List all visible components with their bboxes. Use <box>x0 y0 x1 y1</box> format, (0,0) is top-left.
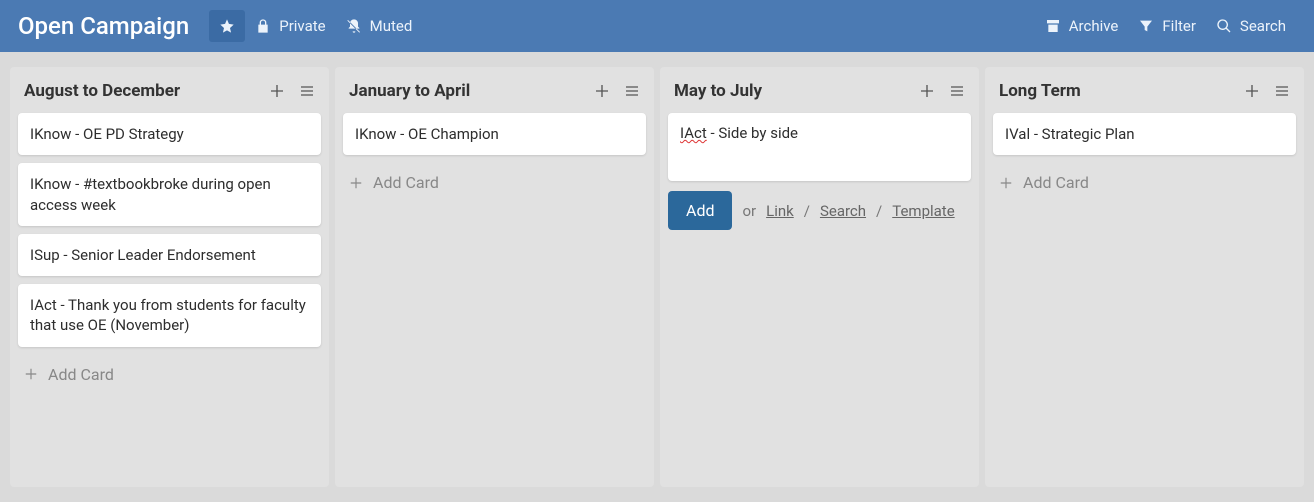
search-label: Search <box>1240 17 1286 35</box>
column-title[interactable]: August to December <box>24 81 269 101</box>
private-label: Private <box>279 17 325 35</box>
card[interactable]: IKnow - OE Champion <box>343 113 646 155</box>
column-header: Long Term <box>993 75 1296 105</box>
column-title[interactable]: May to July <box>674 81 919 101</box>
add-card-button[interactable]: Add Card <box>993 163 1296 202</box>
link-link[interactable]: Link <box>766 202 794 220</box>
card-compose-input[interactable]: IAct - Side by side <box>668 113 971 181</box>
add-card-button[interactable]: Add Card <box>18 355 321 394</box>
menu-icon[interactable] <box>299 83 315 99</box>
column-title[interactable]: Long Term <box>999 81 1244 101</box>
plus-icon[interactable] <box>919 83 935 99</box>
card[interactable]: IKnow - OE PD Strategy <box>18 113 321 155</box>
archive-icon <box>1045 18 1061 34</box>
column-header: January to April <box>343 75 646 105</box>
plus-icon[interactable] <box>269 83 285 99</box>
plus-icon[interactable] <box>1244 83 1260 99</box>
muted-button[interactable]: Muted <box>336 9 423 43</box>
or-label: or <box>742 202 756 220</box>
menu-icon[interactable] <box>949 83 965 99</box>
menu-icon[interactable] <box>1274 83 1290 99</box>
template-link[interactable]: Template <box>892 202 954 220</box>
archive-label: Archive <box>1069 17 1119 35</box>
card[interactable]: IKnow - #textbookbroke during open acces… <box>18 163 321 226</box>
add-card-button[interactable]: Add Card <box>343 163 646 202</box>
compose-text-rest: - Side by side <box>707 124 798 142</box>
search-icon <box>1216 18 1232 34</box>
bell-off-icon <box>346 18 362 34</box>
board: August to December IKnow - OE PD Strateg… <box>0 52 1314 502</box>
search-link[interactable]: Search <box>820 202 866 220</box>
add-card-label: Add Card <box>48 365 114 384</box>
compose-actions: Add or Link / Search / Template <box>668 189 971 236</box>
column-header: August to December <box>18 75 321 105</box>
compose-text-prefix: IAct <box>680 124 707 142</box>
column-jan-apr: January to April IKnow - OE Champion Add… <box>335 67 654 487</box>
star-button[interactable] <box>209 10 245 42</box>
filter-button[interactable]: Filter <box>1128 9 1206 43</box>
column-long-term: Long Term IVal - Strategic Plan Add Card <box>985 67 1304 487</box>
private-button[interactable]: Private <box>245 9 335 43</box>
lock-icon <box>255 18 271 34</box>
add-button[interactable]: Add <box>668 191 732 230</box>
column-aug-dec: August to December IKnow - OE PD Strateg… <box>10 67 329 487</box>
card[interactable]: ISup - Senior Leader Endorsement <box>18 234 321 276</box>
card[interactable]: IVal - Strategic Plan <box>993 113 1296 155</box>
filter-label: Filter <box>1162 17 1196 35</box>
add-card-label: Add Card <box>373 173 439 192</box>
plus-icon <box>999 176 1013 190</box>
add-card-label: Add Card <box>1023 173 1089 192</box>
card[interactable]: IAct - Thank you from students for facul… <box>18 284 321 347</box>
archive-button[interactable]: Archive <box>1035 9 1129 43</box>
muted-label: Muted <box>370 17 413 35</box>
filter-icon <box>1138 18 1154 34</box>
column-header: May to July <box>668 75 971 105</box>
topbar: Open Campaign Private Muted Archive Filt… <box>0 0 1314 52</box>
plus-icon <box>24 367 38 381</box>
search-button[interactable]: Search <box>1206 9 1296 43</box>
plus-icon <box>349 176 363 190</box>
board-title: Open Campaign <box>18 12 189 40</box>
column-title[interactable]: January to April <box>349 81 594 101</box>
column-may-jul: May to July IAct - Side by side Add or L… <box>660 67 979 487</box>
menu-icon[interactable] <box>624 83 640 99</box>
plus-icon[interactable] <box>594 83 610 99</box>
star-icon <box>219 18 235 34</box>
